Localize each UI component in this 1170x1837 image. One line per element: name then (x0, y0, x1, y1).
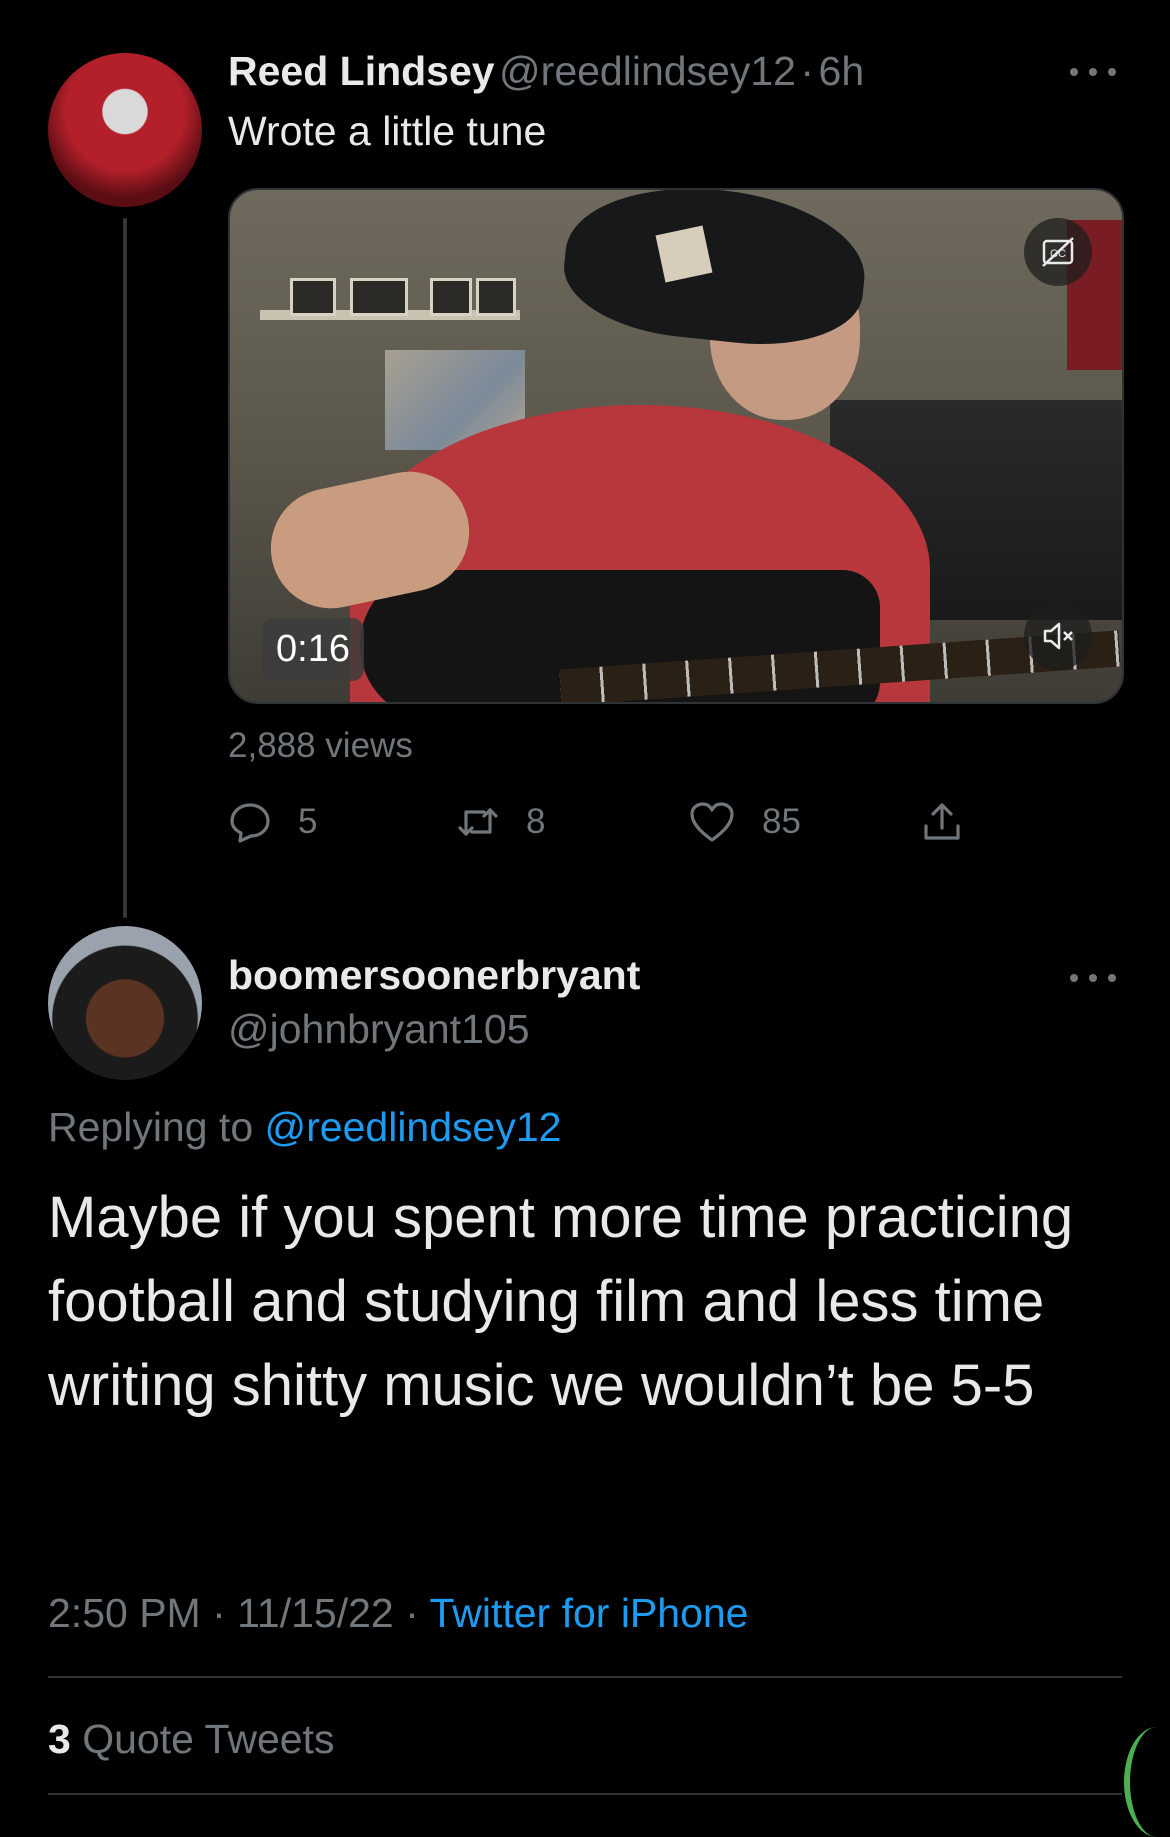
captions-button[interactable]: CC (1024, 218, 1092, 286)
view-count: 2,888 views (228, 726, 413, 765)
video-scene-cap (557, 190, 873, 356)
video-scene-frame (430, 278, 472, 316)
video-scene-cap-logo (655, 225, 713, 283)
reed-lindsey-avatar[interactable] (48, 53, 202, 207)
meta-separator: · (405, 1590, 419, 1636)
speaker-muted-icon (1043, 622, 1073, 650)
author-name[interactable]: Reed Lindsey (228, 48, 495, 94)
quote-label: Quote Tweets (82, 1716, 335, 1762)
reply-metadata: 2:50 PM · 11/15/22 · Twitter for iPhone (48, 1590, 748, 1637)
author-handle[interactable]: @reedlindsey12 (499, 48, 796, 94)
divider (48, 1676, 1122, 1678)
reply-author-name[interactable]: boomersoonerbryant (228, 952, 640, 999)
quote-count: 3 (48, 1716, 71, 1762)
boomersoonerbryant-avatar[interactable] (48, 926, 202, 1080)
corner-edge-decoration (1124, 1727, 1170, 1837)
replying-to-line: Replying to @reedlindsey12 (48, 1104, 561, 1151)
mute-button[interactable] (1024, 602, 1092, 670)
reply-text: Maybe if you spent more time practicing … (48, 1185, 1074, 1418)
retweet-icon (458, 808, 498, 836)
reply-button[interactable]: 5 (228, 800, 317, 844)
meta-separator: · (212, 1590, 226, 1636)
reply-date[interactable]: 11/15/22 (237, 1590, 394, 1636)
video-duration-badge: 0:16 (262, 618, 364, 681)
reply-count: 5 (298, 802, 318, 841)
share-icon (924, 803, 960, 840)
reply-icon (230, 803, 270, 843)
more-options-icon[interactable] (1070, 62, 1116, 82)
like-count: 85 (762, 802, 801, 841)
retweet-count: 8 (526, 802, 546, 841)
divider (48, 1793, 1122, 1795)
video-scene-frame (350, 278, 408, 316)
reply-author-handle[interactable]: @johnbryant105 (228, 1006, 530, 1053)
captions-off-icon: CC (1042, 237, 1074, 267)
video-scene-frame (476, 278, 516, 316)
video-scene-frame (290, 278, 336, 316)
share-button[interactable] (920, 800, 990, 844)
tweet-text: Wrote a little tune (228, 108, 547, 154)
thread-connector-line (123, 218, 127, 918)
quote-tweets-link[interactable]: 3 Quote Tweets (48, 1716, 334, 1763)
heart-icon (690, 802, 734, 842)
tweet-age[interactable]: 6h (819, 48, 865, 94)
video-player[interactable]: 0:16 CC (228, 188, 1124, 704)
reply-more-options-icon[interactable] (1070, 968, 1116, 988)
tweet-header: Reed Lindsey @reedlindsey12 · 6h (228, 48, 864, 95)
retweet-button[interactable]: 8 (456, 800, 545, 844)
reply-source[interactable]: Twitter for iPhone (429, 1590, 748, 1636)
replying-to-label: Replying to (48, 1104, 254, 1150)
header-separator: · (800, 48, 815, 94)
like-button[interactable]: 85 (688, 800, 801, 844)
replying-to-mention[interactable]: @reedlindsey12 (265, 1104, 562, 1150)
reply-time[interactable]: 2:50 PM (48, 1590, 201, 1636)
